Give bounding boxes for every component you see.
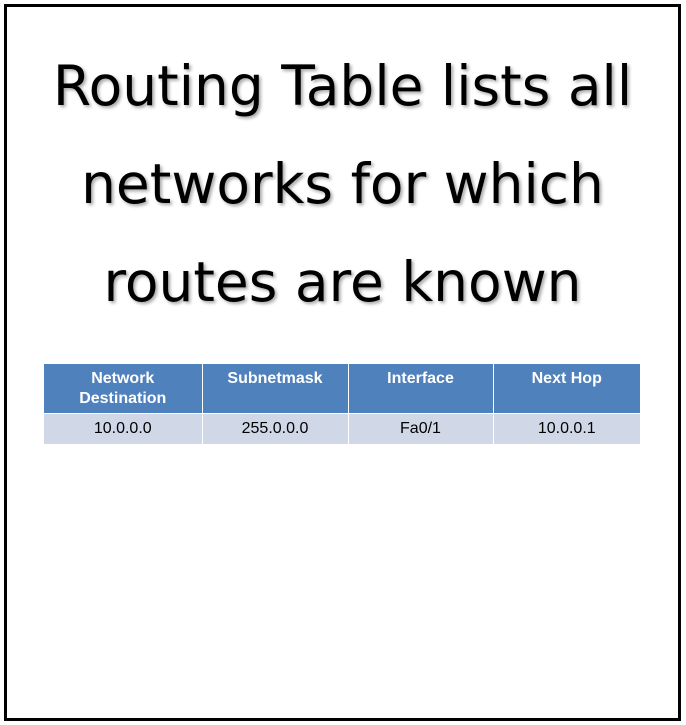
header-next-hop: Next Hop bbox=[493, 364, 640, 413]
table-header-row: Network Destination Subnetmask Interface… bbox=[44, 364, 640, 413]
cell-interface: Fa0/1 bbox=[348, 412, 494, 444]
title-line-1: Routing Table lists all bbox=[52, 54, 633, 118]
header-network-destination: Network Destination bbox=[44, 364, 203, 413]
routing-table: Network Destination Subnetmask Interface… bbox=[44, 364, 640, 444]
header-interface: Interface bbox=[348, 364, 494, 413]
header-subnetmask: Subnetmask bbox=[202, 364, 349, 413]
cell-network-destination: 10.0.0.0 bbox=[44, 412, 203, 444]
title-line-3: routes are known bbox=[103, 250, 582, 314]
slide-frame: Routing Table lists all networks for whi… bbox=[4, 4, 681, 721]
slide-title: Routing Table lists all networks for whi… bbox=[7, 37, 678, 331]
title-line-2: networks for which bbox=[81, 152, 604, 216]
cell-next-hop: 10.0.0.1 bbox=[493, 412, 640, 444]
table-row: 10.0.0.0 255.0.0.0 Fa0/1 10.0.0.1 bbox=[44, 412, 640, 444]
cell-subnetmask: 255.0.0.0 bbox=[202, 412, 349, 444]
